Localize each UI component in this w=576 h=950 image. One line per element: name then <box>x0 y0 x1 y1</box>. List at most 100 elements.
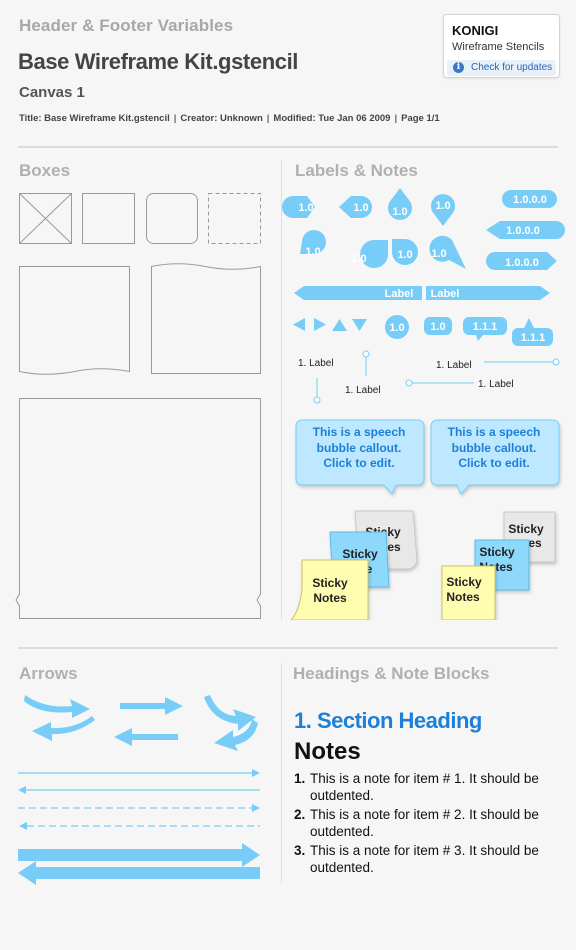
marker-long-right-arrow[interactable]: 1.0.0.0 <box>486 252 557 270</box>
svg-text:Label: Label <box>385 288 414 300</box>
pin-label-2[interactable]: 1. Label <box>345 385 381 396</box>
svg-text:1.0: 1.0 <box>351 253 366 265</box>
label-bar-right[interactable]: Label <box>426 286 550 300</box>
marker-pointer-down[interactable]: 1.0 <box>431 194 455 226</box>
sticky-note-yellow-2-word2: Notes <box>446 590 480 604</box>
triangle-right-icon[interactable] <box>314 318 326 331</box>
svg-text:1.1.1: 1.1.1 <box>521 332 545 344</box>
marker-corner-bottom-left[interactable]: 1.0 <box>300 230 326 258</box>
note-text: This is a note for item # 1. It should b… <box>310 771 539 803</box>
check-updates-link[interactable]: Check for updates <box>471 62 552 73</box>
wavy-bottom-box[interactable] <box>19 266 130 375</box>
marker-circle[interactable]: 1.0 <box>385 315 409 339</box>
meta-separator: | <box>394 113 398 124</box>
triangle-up-icon[interactable] <box>332 319 347 331</box>
thin-arrow-right-icon[interactable] <box>18 769 260 777</box>
image-placeholder-box[interactable] <box>19 193 72 244</box>
svg-text:1.0: 1.0 <box>431 248 446 260</box>
pin-dot-icon <box>405 379 413 387</box>
pin-dot-icon <box>313 396 321 404</box>
speech-bubble-1-line-3: Click to edit. <box>323 456 394 470</box>
pin-label-4[interactable]: 1. Label <box>478 379 514 390</box>
marker-pointer-up[interactable]: 1.0 <box>388 188 412 220</box>
canvas-name: Canvas 1 <box>19 84 85 101</box>
sticky-note-blue-1-text: Sticky <box>342 547 378 561</box>
marker-corner-bottom-right[interactable]: 1.0 <box>429 235 466 269</box>
curved-arrow-left-icon[interactable] <box>32 716 95 741</box>
pin-dot-icon <box>552 358 560 366</box>
meta-modified: Modified: Tue Jan 06 2009 <box>273 113 391 124</box>
meta-page: Page 1/1 <box>401 113 440 124</box>
thick-arrow-right-icon[interactable] <box>18 843 260 867</box>
svg-text:1.0: 1.0 <box>353 202 368 214</box>
svg-text:1.0.0.0: 1.0.0.0 <box>506 225 540 237</box>
section-heading: 1. Section Heading <box>294 708 482 733</box>
list-item: 3. This is a note for item # 3. It shoul… <box>294 842 564 876</box>
divider-middle <box>18 647 558 649</box>
wavy-top-box[interactable] <box>151 263 261 374</box>
sticky-note-gray-1-partial: es <box>387 540 401 554</box>
sticky-note-gray-2-partial: es <box>528 536 542 550</box>
sticky-note-yellow-1[interactable] <box>290 559 369 620</box>
straight-arrow-left-icon[interactable] <box>114 728 178 746</box>
sticky-note-yellow-1-word2: Notes <box>313 591 347 605</box>
dashed-arrow-left-icon[interactable] <box>19 822 260 830</box>
marker-corner-top-left[interactable]: 1.0 <box>392 239 418 265</box>
note-number: 3. <box>294 843 306 858</box>
marker-corner-top-right[interactable]: 1.0 <box>351 240 389 268</box>
section-title-arrows: Arrows <box>19 664 78 683</box>
curved-arrow-right-icon[interactable] <box>24 695 90 718</box>
speech-bubble-1-line-2: bubble callout. <box>317 441 402 455</box>
thin-arrow-left-icon[interactable] <box>18 786 260 794</box>
boxes-stencils <box>15 193 261 619</box>
meta-title: Title: Base Wireframe Kit.gstencil <box>19 113 170 124</box>
sticky-note-yellow-1-word1: Sticky <box>312 576 348 590</box>
rounded-box[interactable] <box>146 193 198 244</box>
torn-edge-box[interactable] <box>15 398 261 619</box>
pin-label-3[interactable]: 1. Label <box>436 360 472 371</box>
svg-text:1.0: 1.0 <box>397 249 412 261</box>
notes-title: Notes <box>294 738 361 765</box>
section-title-boxes: Boxes <box>19 161 71 180</box>
meta-separator: | <box>266 113 270 124</box>
marker-pointer-right[interactable]: 1.0 <box>282 196 315 218</box>
pin-label-1[interactable]: 1. Label <box>298 358 334 369</box>
svg-text:1.0: 1.0 <box>392 206 407 218</box>
label-bar-left[interactable]: Label <box>294 286 422 300</box>
svg-text:1.0: 1.0 <box>298 202 313 214</box>
callout-small-down[interactable]: 1.1.1 <box>463 317 507 341</box>
pin-dot-icon <box>362 350 370 358</box>
konigi-subtitle: Wireframe Stencils <box>452 41 545 53</box>
dashed-arrow-right-icon[interactable] <box>18 804 260 812</box>
dashed-box[interactable] <box>208 193 261 244</box>
speech-bubble-2-line-2: bubble callout. <box>452 441 537 455</box>
sticky-note-gray-2-text: Sticky <box>508 522 544 536</box>
square-box[interactable] <box>82 193 135 244</box>
thick-arrow-left-icon[interactable] <box>18 861 260 885</box>
marker-pointer-left[interactable]: 1.0 <box>339 196 372 218</box>
svg-text:1.1.1: 1.1.1 <box>473 321 497 333</box>
note-text: This is a note for item # 3. It should b… <box>310 843 539 875</box>
notes-list: 1. This is a note for item # 1. It shoul… <box>294 770 564 878</box>
speech-bubble-2-line-1: This is a speech <box>448 425 541 439</box>
curved-arrow-down-left-icon[interactable] <box>214 719 258 751</box>
arrows-stencils <box>18 695 260 885</box>
triangle-down-icon[interactable] <box>352 319 367 331</box>
svg-text:1.0: 1.0 <box>389 322 404 334</box>
callout-small-up[interactable]: 1.1.1 <box>512 318 553 346</box>
marker-long-left-arrow[interactable]: 1.0.0.0 <box>486 221 565 239</box>
svg-text:1.0.0.0: 1.0.0.0 <box>513 194 547 206</box>
document-title: Base Wireframe Kit.gstencil <box>18 49 298 74</box>
marker-long-rounded[interactable]: 1.0.0.0 <box>502 190 557 208</box>
info-icon: i <box>453 62 464 73</box>
list-item: 1. This is a note for item # 1. It shoul… <box>294 770 564 804</box>
update-bar[interactable]: i Check for updates <box>447 60 556 76</box>
divider-top <box>18 146 558 148</box>
triangle-left-icon[interactable] <box>293 318 305 331</box>
speech-bubble-1-line-1: This is a speech <box>313 425 406 439</box>
document-meta: Title: Base Wireframe Kit.gstencil | Creat… <box>19 113 440 124</box>
svg-text:1.0: 1.0 <box>430 321 445 333</box>
curved-arrow-down-right-icon[interactable] <box>204 695 256 731</box>
straight-arrow-right-icon[interactable] <box>120 697 183 715</box>
marker-pill[interactable]: 1.0 <box>424 317 452 335</box>
